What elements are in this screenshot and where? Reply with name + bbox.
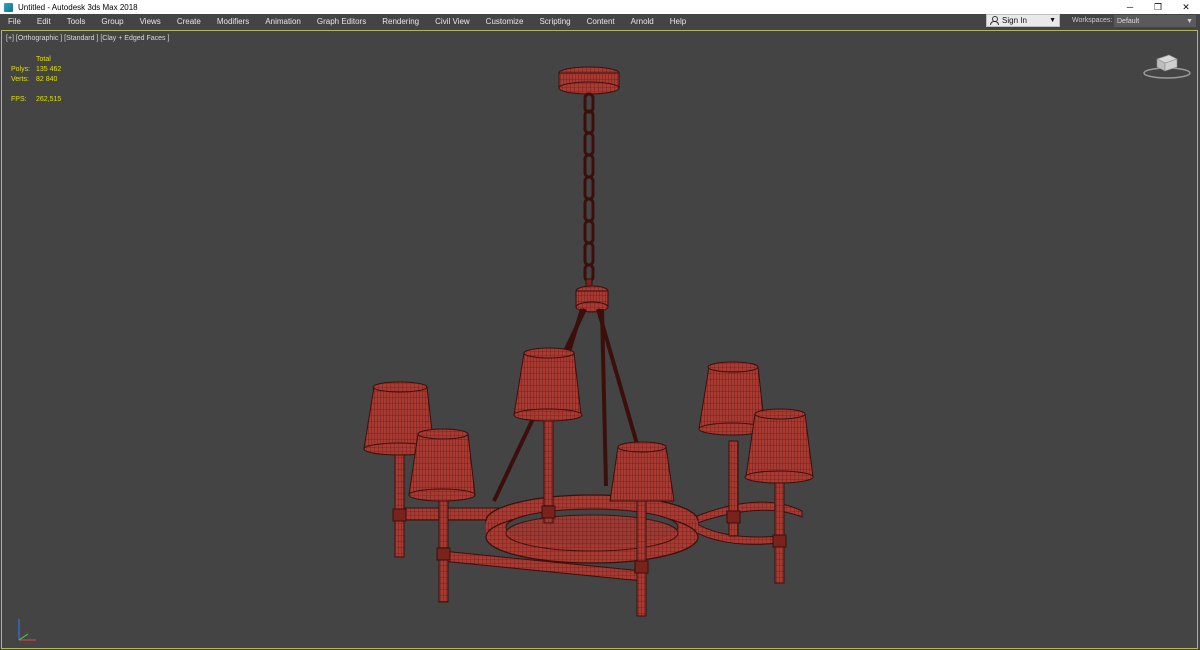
menu-create[interactable]: Create <box>169 17 209 26</box>
window-controls: ─ ❐ ✕ <box>1116 0 1200 14</box>
caret-down-icon: ▼ <box>1049 17 1056 24</box>
workspaces-label: Workspaces: <box>1072 17 1113 24</box>
lamp-shade-far-right <box>744 408 814 484</box>
3dsmax-app-icon <box>4 2 13 12</box>
center-hub <box>575 278 609 313</box>
menu-help[interactable]: Help <box>662 17 694 26</box>
lamp-shade-center <box>513 347 583 422</box>
minimize-button[interactable]: ─ <box>1116 0 1144 14</box>
hanging-chain <box>583 92 595 283</box>
menu-edit[interactable]: Edit <box>29 17 59 26</box>
menu-views[interactable]: Views <box>132 17 169 26</box>
main-ring <box>485 494 699 564</box>
restore-button[interactable]: ❐ <box>1144 0 1172 14</box>
menu-group[interactable]: Group <box>93 17 131 26</box>
menu-arnold[interactable]: Arnold <box>623 17 662 26</box>
menu-modifiers[interactable]: Modifiers <box>209 17 257 26</box>
user-icon <box>990 16 999 25</box>
lamp-shades <box>363 347 814 502</box>
menu-rendering[interactable]: Rendering <box>374 17 427 26</box>
menu-civil-view[interactable]: Civil View <box>427 17 478 26</box>
menu-file[interactable]: File <box>0 17 29 26</box>
workspaces-selected-value: Default <box>1117 17 1140 25</box>
menu-animation[interactable]: Animation <box>257 17 309 26</box>
window-title: Untitled - Autodesk 3ds Max 2018 <box>18 2 138 12</box>
lamp-shade-left <box>408 428 476 502</box>
menu-customize[interactable]: Customize <box>478 17 532 26</box>
menu-graph-editors[interactable]: Graph Editors <box>309 17 374 26</box>
lamp-shade-center-back <box>609 441 675 502</box>
sign-in-label: Sign In <box>1002 16 1027 25</box>
close-button[interactable]: ✕ <box>1172 0 1200 14</box>
title-bar: Untitled - Autodesk 3ds Max 2018 ─ ❐ ✕ <box>0 0 1200 14</box>
ceiling-canopy <box>558 66 620 95</box>
workspaces-select[interactable]: Default ▼ <box>1114 15 1196 27</box>
axis-tripod-icon <box>18 619 36 641</box>
caret-down-icon: ▼ <box>1186 17 1193 25</box>
menu-scripting[interactable]: Scripting <box>531 17 578 26</box>
sign-in-dropdown[interactable]: Sign In ▼ <box>986 14 1060 27</box>
menu-content[interactable]: Content <box>579 17 623 26</box>
chandelier-model[interactable] <box>2 31 1197 648</box>
perspective-viewport[interactable]: [+] [Orthographic ] [Standard ] [Clay + … <box>1 30 1198 649</box>
menu-tools[interactable]: Tools <box>59 17 94 26</box>
